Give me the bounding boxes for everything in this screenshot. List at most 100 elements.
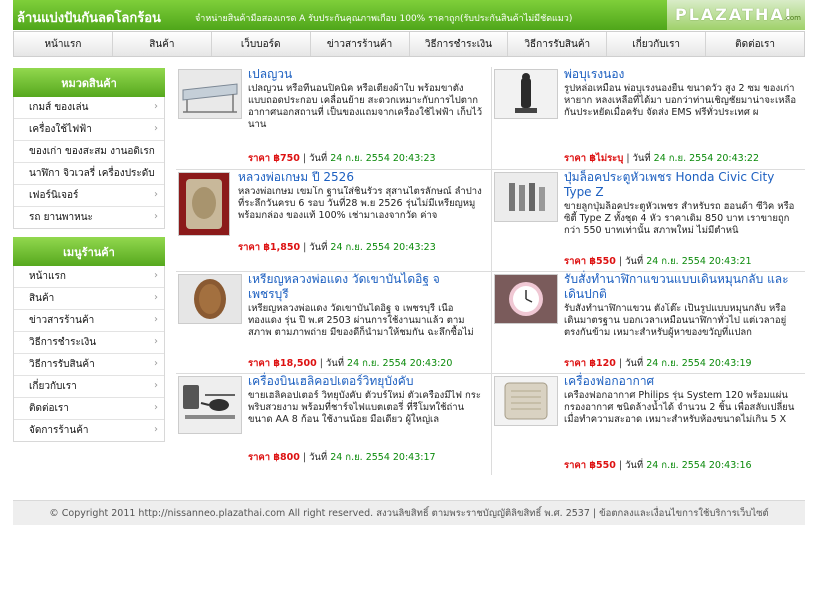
product-title-link[interactable]: เครื่องบินเฮลิคอปเตอร์วิทยุบังคับ bbox=[248, 374, 484, 389]
product-title-link[interactable]: หลวงพ่อเกษม ปี 2526 bbox=[238, 170, 484, 185]
chevron-right-icon: › bbox=[154, 424, 158, 435]
shop-menu-heading: เมนูร้านค้า bbox=[13, 237, 165, 266]
shop-menu: เมนูร้านค้า หน้าแรก › สินค้า › ข่าวสารร้าน… bbox=[13, 237, 165, 442]
shop-menu-item[interactable]: ติดต่อเรา › bbox=[14, 397, 164, 419]
category-item[interactable]: เฟอร์นิเจอร์ › bbox=[14, 184, 164, 206]
product-description: ขายเฮลิคอปเตอร์ วิทยุบังคับ ตัวบร์ใหม่ ต… bbox=[248, 390, 481, 425]
shop-menu-label: จัดการร้านค้า bbox=[29, 425, 89, 436]
product-price: ราคา ฿550 bbox=[564, 460, 616, 471]
product-card: เปลญวน เปลญวน หรือที่นอนปิคนิค หรือเตียง… bbox=[176, 67, 491, 169]
product-date: 24 ก.ย. 2554 20:43:19 bbox=[646, 358, 752, 369]
product-description: รับสั่งทำนาฬิกาแขวน ตั้งโต๊ะ เป็นรูปแบบห… bbox=[564, 303, 787, 338]
shop-menu-item[interactable]: สินค้า › bbox=[14, 287, 164, 309]
product-title-link[interactable]: เปลญวน bbox=[248, 67, 484, 82]
product-title-link[interactable]: พ่อบุเรงนอง bbox=[564, 67, 800, 82]
shop-menu-label: วิธีการรับสินค้า bbox=[29, 359, 95, 370]
chevron-right-icon: › bbox=[154, 380, 158, 391]
category-label: รถ ยานพาหนะ bbox=[29, 212, 93, 223]
air-purifier-image[interactable] bbox=[494, 376, 558, 426]
nav-about[interactable]: เกี่ยวกับเรา bbox=[606, 32, 705, 56]
product-card: รับสั่งทำนาฬิกาแขวนแบบเดินหมุนกลับ และเด… bbox=[491, 271, 805, 373]
category-item[interactable]: รถ ยานพาหนะ › bbox=[14, 206, 164, 228]
chevron-right-icon: › bbox=[154, 292, 158, 303]
date-label: วันที่ bbox=[309, 452, 328, 463]
amulet-image[interactable] bbox=[178, 172, 230, 236]
category-item[interactable]: เครื่องใช้ไฟฟ้า › bbox=[14, 118, 164, 140]
chevron-right-icon: › bbox=[154, 123, 158, 134]
site-subtitle: จำหน่ายสินค้ามือสองเกรด A รับประกันคุณภา… bbox=[195, 14, 573, 24]
nav-webboard[interactable]: เว็บบอร์ด bbox=[210, 32, 310, 56]
nav-payment[interactable]: วิธีการชำระเงิน bbox=[408, 32, 508, 56]
statue-image[interactable] bbox=[494, 69, 558, 119]
product-description: เหรียญหลวงพ่อแดง วัดเขาบันไดอิฐ จ เพชรบุ… bbox=[248, 303, 474, 338]
product-title-link[interactable]: รับสั่งทำนาฬิกาแขวนแบบเดินหมุนกลับ และเด… bbox=[564, 272, 800, 302]
product-meta: ราคา ฿1,850 | วันที่ 24 ก.ย. 2554 20:43:23 bbox=[238, 242, 436, 253]
shop-menu-item[interactable]: ข่าวสารร้านค้า › bbox=[14, 309, 164, 331]
chevron-right-icon: › bbox=[154, 402, 158, 413]
date-label: วันที่ bbox=[625, 256, 644, 267]
shop-menu-item[interactable]: เกี่ยวกับเรา › bbox=[14, 375, 164, 397]
product-meta: ราคา ฿750 | วันที่ 24 ก.ย. 2554 20:43:23 bbox=[248, 153, 436, 164]
date-label: วันที่ bbox=[325, 358, 345, 369]
shop-menu-label: หน้าแรก bbox=[29, 271, 66, 282]
logo-text: PLAZATHAI bbox=[675, 5, 793, 24]
chevron-right-icon: › bbox=[154, 101, 158, 112]
product-date: 24 ก.ย. 2554 20:43:23 bbox=[330, 242, 436, 253]
plazathai-logo[interactable]: PLAZATHAI .com bbox=[667, 0, 805, 30]
product-title-link[interactable]: ปุ่มล็อคประตูหัวเพชร Honda Civic City Ty… bbox=[564, 170, 800, 200]
product-description: เปลญวน หรือที่นอนปิคนิค หรือเตียงผ้าใบ พ… bbox=[248, 83, 483, 130]
product-price: ราคา ฿ไม่ระบุ bbox=[564, 153, 624, 164]
helicopter-image[interactable] bbox=[178, 376, 242, 434]
product-price: ราคา ฿1,850 bbox=[238, 242, 301, 253]
category-label: เฟอร์นิเจอร์ bbox=[29, 190, 79, 201]
product-grid: เปลญวน เปลญวน หรือที่นอนปิคนิค หรือเตียง… bbox=[176, 67, 805, 475]
product-price: ราคา ฿120 bbox=[564, 358, 616, 369]
clock-image[interactable] bbox=[494, 274, 558, 324]
shop-menu-label: ข่าวสารร้านค้า bbox=[29, 315, 95, 326]
nav-delivery[interactable]: วิธีการรับสินค้า bbox=[507, 32, 606, 56]
nav-home[interactable]: หน้าแรก bbox=[14, 32, 112, 56]
shop-menu-item[interactable]: วิธีการรับสินค้า › bbox=[14, 353, 164, 375]
product-date: 24 ก.ย. 2554 20:43:20 bbox=[347, 358, 453, 369]
date-label: วันที่ bbox=[625, 460, 644, 471]
nav-products[interactable]: สินค้า bbox=[111, 32, 211, 56]
site-header: ล้านแบ่งปันกันลดโลกร้อน จำหน่ายสินค้ามือ… bbox=[13, 0, 805, 30]
shop-menu-list: หน้าแรก › สินค้า › ข่าวสารร้านค้า › วิธีการ… bbox=[13, 266, 165, 442]
nav-contact[interactable]: ติดต่อเรา bbox=[705, 32, 804, 56]
chevron-right-icon: › bbox=[154, 358, 158, 369]
product-description: หลวงพ่อเกษม เขมโก ฐานใส่ชิ้นรัวร สุสานไต… bbox=[238, 186, 482, 221]
product-date: 24 ก.ย. 2554 20:43:16 bbox=[646, 460, 752, 471]
product-meta: ราคา ฿ไม่ระบุ | วันที่ 24 ก.ย. 2554 20:43:… bbox=[564, 153, 760, 164]
category-label: นาฬิกา จิวเวลรี่ เครื่องประดับ bbox=[29, 168, 155, 179]
shop-menu-item[interactable]: วิธีการชำระเงิน › bbox=[14, 331, 164, 353]
product-card: เครื่องฟอกอากาศ เครื่องฟอกอากาศ Philips … bbox=[491, 373, 805, 475]
product-price: ราคา ฿800 bbox=[248, 452, 300, 463]
shop-menu-item[interactable]: จัดการร้านค้า › bbox=[14, 419, 164, 441]
product-title-link[interactable]: เหรียญหลวงพ่อแดง วัดเขาบันไดอิฐ จ เพชรบุ… bbox=[248, 272, 484, 302]
nav-news[interactable]: ข่าวสารร้านค้า bbox=[309, 32, 409, 56]
shop-menu-item[interactable]: หน้าแรก › bbox=[14, 266, 164, 287]
site-title[interactable]: ล้านแบ่งปันกันลดโลกร้อน bbox=[17, 7, 161, 28]
product-price: ราคา ฿550 bbox=[564, 256, 616, 267]
product-meta: ราคา ฿18,500 | วันที่ 24 ก.ย. 2554 20:43:2… bbox=[248, 358, 453, 369]
product-meta: ราคา ฿120 | วันที่ 24 ก.ย. 2554 20:43:19 bbox=[564, 358, 752, 369]
shop-menu-label: เกี่ยวกับเรา bbox=[29, 381, 77, 392]
product-card: ปุ่มล็อคประตูหัวเพชร Honda Civic City Ty… bbox=[491, 169, 805, 271]
product-date: 24 ก.ย. 2554 20:43:22 bbox=[653, 153, 760, 164]
category-item[interactable]: เกมส์ ของเล่น › bbox=[14, 97, 164, 118]
category-item[interactable]: นาฬิกา จิวเวลรี่ เครื่องประดับ bbox=[14, 162, 164, 184]
hammock-image[interactable] bbox=[178, 69, 242, 119]
product-description: ขายลูกปุ่มล็อคประตูหัวเพชร สำหรับรถ ฮอนด… bbox=[564, 201, 795, 236]
coin-image[interactable] bbox=[178, 274, 242, 324]
sidebar: หมวดสินค้า เกมส์ ของเล่น › เครื่องใช้ไฟฟ้… bbox=[13, 68, 165, 442]
product-description: รูปหล่อเหมือน พ่อบุเรงนองยืน ขนาดวัว สูง… bbox=[564, 83, 797, 118]
category-label: เครื่องใช้ไฟฟ้า bbox=[29, 124, 92, 135]
product-card: หลวงพ่อเกษม ปี 2526 หลวงพ่อเกษม เขมโก ฐา… bbox=[176, 169, 491, 271]
category-item[interactable]: ของเก่า ของสะสม งานอดิเรก bbox=[14, 140, 164, 162]
product-card: เหรียญหลวงพ่อแดง วัดเขาบันไดอิฐ จ เพชรบุ… bbox=[176, 271, 491, 373]
product-date: 24 ก.ย. 2554 20:43:21 bbox=[646, 256, 752, 267]
product-title-link[interactable]: เครื่องฟอกอากาศ bbox=[564, 374, 800, 389]
door-lock-image[interactable] bbox=[494, 172, 558, 222]
date-label: วันที่ bbox=[632, 153, 651, 164]
chevron-right-icon: › bbox=[154, 314, 158, 325]
